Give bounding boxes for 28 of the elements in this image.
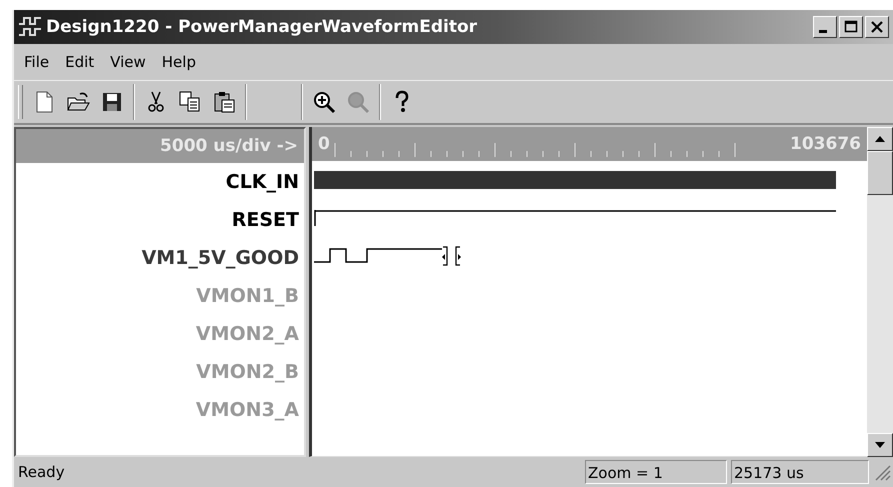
menu-item[interactable]: File [18, 51, 56, 73]
maximize-icon [844, 20, 858, 34]
down-arrow-icon [875, 442, 885, 448]
signal-name[interactable]: VM1_5V_GOOD [16, 239, 304, 277]
waveform-icon [18, 16, 42, 38]
ruler-end-label: 103676 [790, 134, 861, 154]
minimize-button[interactable] [813, 16, 837, 38]
time-status: 25173 us [731, 460, 869, 484]
maximize-button[interactable] [839, 16, 863, 38]
menu-item[interactable]: Edit [59, 51, 100, 73]
scroll-thumb[interactable] [867, 151, 893, 195]
menu-item[interactable]: Help [156, 51, 202, 73]
close-button[interactable] [865, 16, 889, 38]
vertical-scrollbar[interactable] [867, 127, 893, 457]
time-scale-label: 5000 us/div -> [16, 129, 304, 163]
signal-name[interactable]: CLK_IN [16, 163, 304, 201]
scroll-up-button[interactable] [867, 127, 893, 151]
minimize-icon [819, 30, 827, 33]
signal-name[interactable]: RESET [16, 201, 304, 239]
scroll-down-button[interactable] [867, 433, 893, 457]
up-arrow-icon [875, 136, 885, 142]
window-title: Design1220 - PowerManagerWaveformEditor [46, 17, 478, 37]
status-message: Ready [18, 463, 66, 481]
close-icon [870, 20, 884, 34]
menu-item[interactable]: View [104, 51, 152, 73]
resize-grip-icon [873, 463, 891, 481]
zoom-status: Zoom = 1 [585, 460, 727, 484]
ruler-start-label: 0 [318, 134, 330, 154]
